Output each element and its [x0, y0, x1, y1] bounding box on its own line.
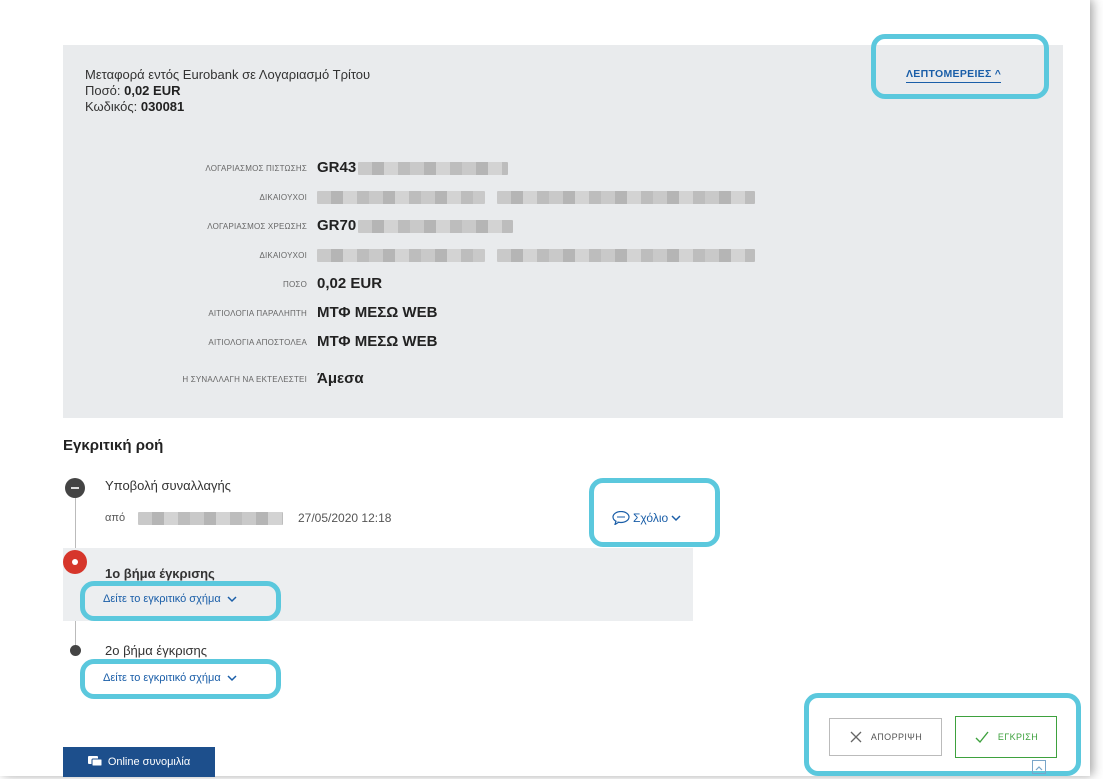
- step2-link-label: Δείτε το εγκριτικό σχήμα: [103, 672, 221, 684]
- amount-label: Ποσό:: [85, 83, 121, 98]
- detail-value: GR43: [317, 159, 509, 176]
- detail-value: ΜΤΦ ΜΕΣΩ WEB: [317, 333, 437, 350]
- redacted-value: [358, 219, 514, 233]
- step2-view-scheme-link[interactable]: Δείτε το εγκριτικό σχήμα: [103, 672, 237, 684]
- redacted-value: [497, 190, 755, 204]
- detail-value: GR70: [317, 217, 514, 234]
- detail-label: ΛΟΓΑΡΙΑΣΜΟΣ ΧΡΕΩΣΗΣ: [207, 222, 307, 231]
- detail-value-text: 0,02 EUR: [317, 275, 383, 292]
- step1-box: [63, 548, 693, 621]
- online-chat-button[interactable]: Online συνομιλία: [63, 747, 215, 777]
- detail-value: ΜΤΦ ΜΕΣΩ WEB: [317, 304, 437, 321]
- detail-label: Η ΣΥΝΑΛΛΑΓΗ ΝΑ ΕΚΤΕΛΕΣΤΕΙ: [182, 375, 307, 384]
- redacted-submitter: [138, 512, 283, 525]
- step2-dot: [70, 645, 81, 656]
- redacted-value: [497, 248, 755, 262]
- detail-label: ΛΟΓΑΡΙΑΣΜΟΣ ΠΙΣΤΩΣΗΣ: [205, 164, 307, 173]
- comment-label: Σχόλιο: [633, 511, 669, 525]
- transaction-summary-panel: Μεταφορά εντός Eurobank σε Λογαριασμό Τρ…: [63, 34, 1063, 418]
- code-label: Κωδικός:: [85, 99, 138, 114]
- detail-value-text: GR70: [317, 217, 357, 234]
- details-toggle-button[interactable]: ΛΕΠΤΟΜΕΡΕΙΕΣ ^: [906, 68, 1002, 83]
- close-icon: [850, 731, 862, 743]
- transaction-title: Μεταφορά εντός Eurobank σε Λογαριασμό Τρ…: [85, 67, 371, 82]
- detail-label: ΑΙΤΙΟΛΟΓΙΑ ΑΠΟΣΤΟΛΕΑ: [208, 338, 307, 347]
- page-frame: Μεταφορά εντός Eurobank σε Λογαριασμό Τρ…: [0, 0, 1090, 777]
- detail-value-text: ΜΤΦ ΜΕΣΩ WEB: [317, 333, 438, 350]
- detail-label: ΑΙΤΙΟΛΟΓΙΑ ΠΑΡΑΛΗΠΤΗ: [208, 309, 307, 318]
- detail-row: ΠΟΣΟ 0,02 EUR: [63, 275, 1063, 295]
- step1-link-label: Δείτε το εγκριτικό σχήμα: [103, 593, 221, 605]
- approve-label: ΕΓΚΡΙΣΗ: [997, 732, 1039, 742]
- step2-title: 2ο βήμα έγκρισης: [105, 643, 207, 658]
- comment-toggle[interactable]: Σχόλιο: [612, 511, 681, 525]
- detail-label: ΠΟΣΟ: [283, 280, 307, 289]
- checkmark-icon: [975, 731, 989, 744]
- detail-row: ΔΙΚΑΙΟΥΧΟΙ: [63, 188, 1063, 208]
- detail-value: Άμεσα: [317, 370, 364, 387]
- detail-row: ΔΙΚΑΙΟΥΧΟΙ: [63, 246, 1063, 266]
- chevron-down-icon: [227, 675, 237, 682]
- code-line: Κωδικός: 030081: [85, 99, 370, 115]
- detail-value-text: GR43: [317, 159, 357, 176]
- detail-value: 0,02 EUR: [317, 275, 382, 292]
- reject-button[interactable]: ΑΠΟΡΡΙΨΗ: [829, 718, 942, 756]
- submit-by-label: από: [105, 512, 126, 524]
- submit-step-title: Υποβολή συναλλαγής: [105, 478, 231, 493]
- redacted-value: [358, 161, 509, 175]
- scroll-top-icon[interactable]: [1032, 760, 1046, 774]
- submit-step-dot: [65, 478, 85, 498]
- detail-row: ΑΙΤΙΟΛΟΓΙΑ ΑΠΟΣΤΟΛΕΑ ΜΤΦ ΜΕΣΩ WEB: [63, 333, 1063, 353]
- chat-icon: [87, 756, 102, 767]
- detail-row: ΛΟΓΑΡΙΑΣΜΟΣ ΠΙΣΤΩΣΗΣ GR43: [63, 159, 1063, 179]
- summary-text: Μεταφορά εντός Eurobank σε Λογαριασμό Τρ…: [85, 67, 370, 115]
- detail-label: ΔΙΚΑΙΟΥΧΟΙ: [259, 251, 307, 260]
- amount-line: Ποσό: 0,02 EUR: [85, 83, 370, 99]
- highlight-details: [871, 34, 1049, 99]
- detail-row: ΑΙΤΙΟΛΟΓΙΑ ΠΑΡΑΛΗΠΤΗ ΜΤΦ ΜΕΣΩ WEB: [63, 304, 1063, 324]
- submit-datetime: 27/05/2020 12:18: [298, 511, 392, 525]
- amount-value: 0,02 EUR: [124, 83, 181, 98]
- detail-row: ΛΟΓΑΡΙΑΣΜΟΣ ΧΡΕΩΣΗΣ GR70: [63, 217, 1063, 237]
- detail-value-text: Άμεσα: [317, 370, 364, 387]
- approval-flow-title: Εγκριτική ροή: [63, 437, 164, 454]
- comment-bubble-icon: [612, 511, 630, 525]
- step1-view-scheme-link[interactable]: Δείτε το εγκριτικό σχήμα: [103, 593, 237, 605]
- chevron-down-icon: [671, 515, 681, 522]
- approve-button[interactable]: ΕΓΚΡΙΣΗ: [955, 716, 1057, 758]
- detail-value: [317, 188, 755, 205]
- step1-active-dot: [63, 550, 87, 574]
- redacted-value: [317, 248, 485, 262]
- detail-label: ΔΙΚΑΙΟΥΧΟΙ: [259, 193, 307, 202]
- reject-label: ΑΠΟΡΡΙΨΗ: [870, 732, 923, 742]
- redacted-value: [317, 190, 485, 204]
- step1-title: 1ο βήμα έγκρισης: [105, 566, 215, 581]
- chevron-down-icon: [227, 596, 237, 603]
- code-value: 030081: [140, 99, 185, 114]
- chat-label: Online συνομιλία: [107, 756, 191, 768]
- detail-value: [317, 246, 755, 263]
- detail-row: Η ΣΥΝΑΛΛΑΓΗ ΝΑ ΕΚΤΕΛΕΣΤΕΙ Άμεσα: [63, 370, 1063, 390]
- detail-value-text: ΜΤΦ ΜΕΣΩ WEB: [317, 304, 438, 321]
